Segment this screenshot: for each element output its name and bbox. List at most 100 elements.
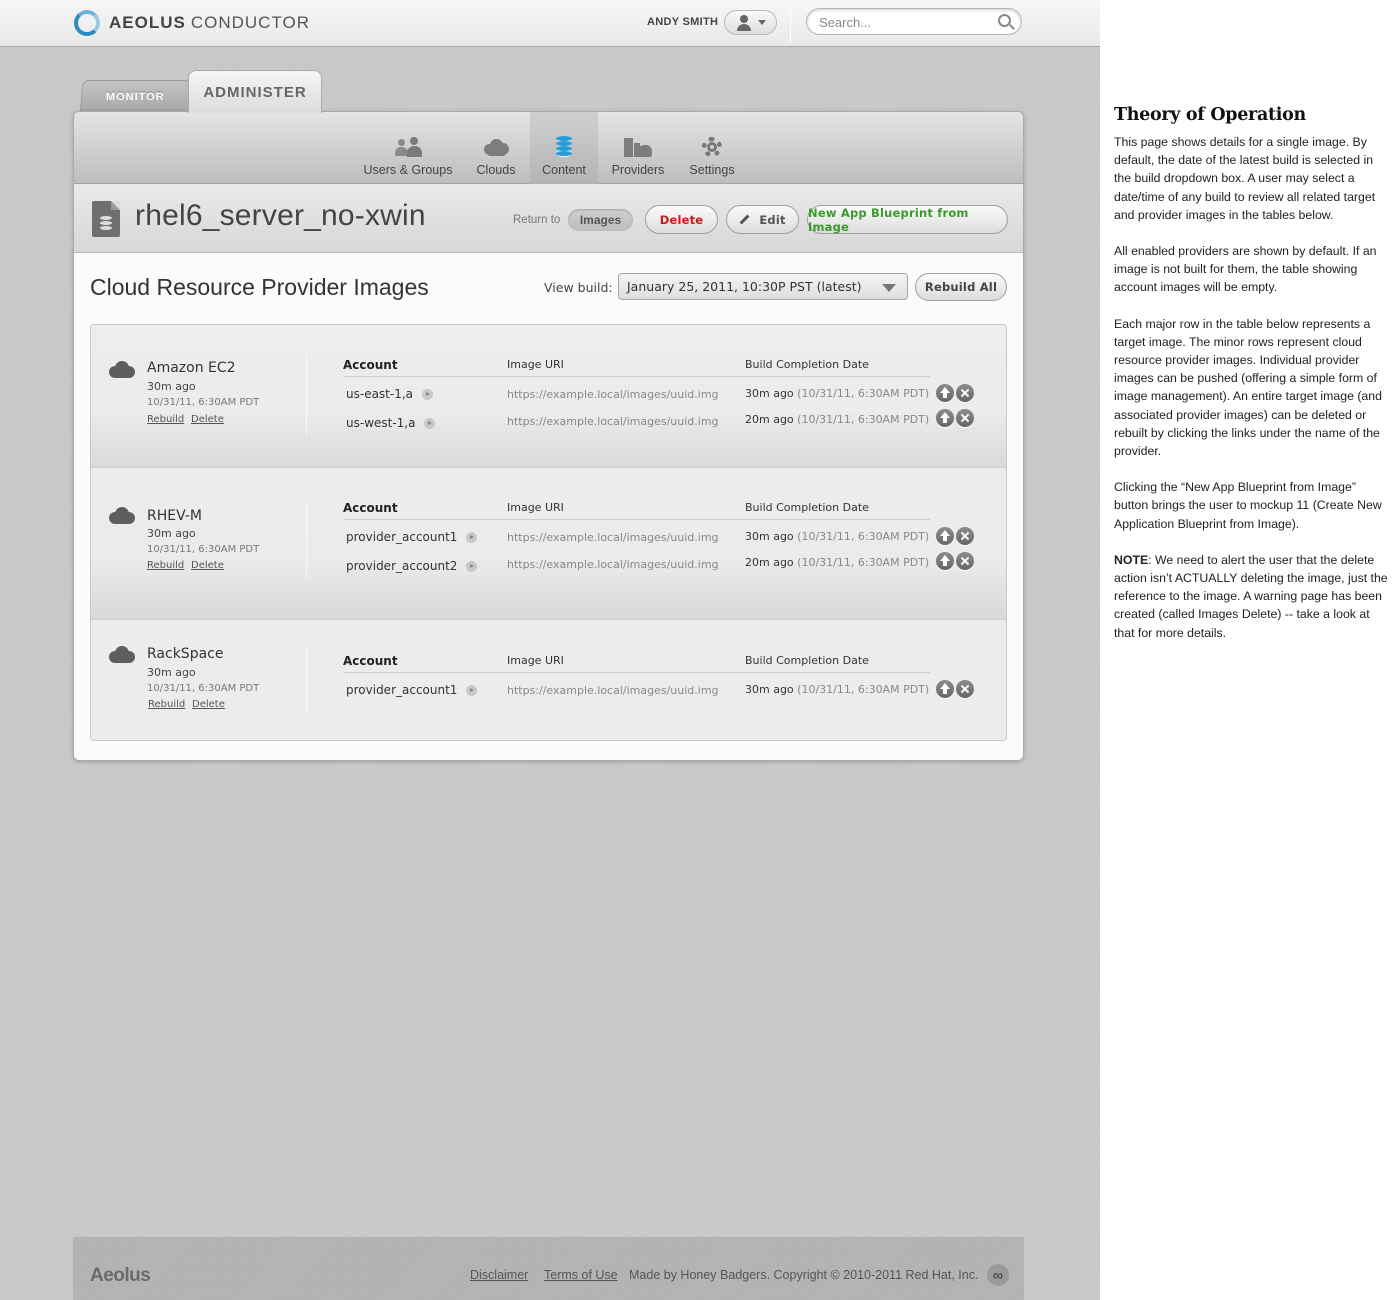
subnav-label: Settings (689, 163, 735, 177)
providers-icon (623, 137, 653, 157)
edit-button-label: Edit (759, 212, 786, 227)
col-head-build-date: Build Completion Date (745, 501, 869, 514)
provider-row-rackspace: RackSpace 30m ago 10/31/11, 6:30AM PDT R… (91, 620, 1006, 740)
chevron-down-icon (757, 20, 766, 25)
image-title-bar: rhel6_server_no-xwin Return to Images De… (74, 184, 1023, 253)
image-uri: https://example.local/images/uuid.img (507, 684, 719, 697)
notes-paragraph: NOTE: We need to alert the user that the… (1114, 551, 1390, 642)
rebuild-link[interactable]: Rebuild (148, 699, 185, 710)
cloud-icon (482, 138, 510, 156)
account-link[interactable]: provider_account1 (346, 683, 478, 697)
subnav-users-groups[interactable]: Users & Groups (358, 112, 458, 184)
tab-monitor[interactable]: MONITOR (79, 80, 192, 112)
user-menu-button[interactable] (724, 10, 777, 35)
remove-icon[interactable] (956, 680, 974, 698)
col-head-image-uri: Image URI (507, 358, 564, 371)
subnav-settings[interactable]: Settings (680, 112, 744, 184)
build-date: (10/31/11, 6:30AM PDT) (797, 683, 930, 696)
search-box[interactable] (806, 8, 1022, 35)
image-uri: https://example.local/images/uuid.img (507, 531, 719, 544)
terms-of-use-link[interactable]: Terms of Use (544, 1268, 618, 1282)
build-completion: 20m ago (10/31/11, 6:30AM PDT) (745, 413, 929, 426)
provider-build-date: 10/31/11, 6:30AM PDT (147, 544, 260, 555)
aeolus-logo[interactable]: AEOLUS CONDUCTOR (74, 9, 310, 37)
gear-icon (702, 137, 722, 157)
build-ago: 30m ago (745, 387, 794, 400)
provider-name: RHEV-M (147, 508, 202, 524)
search-input[interactable] (819, 13, 989, 31)
account-link[interactable]: provider_account2 (346, 559, 478, 573)
header-rule (343, 672, 930, 673)
image-uri: https://example.local/images/uuid.img (507, 388, 719, 401)
push-icon[interactable] (936, 384, 954, 402)
rebuild-all-button[interactable]: Rebuild All (915, 273, 1007, 301)
account-link[interactable]: provider_account1 (346, 530, 478, 544)
image-uri: https://example.local/images/uuid.img (507, 558, 719, 571)
users-icon (394, 137, 422, 157)
delete-link[interactable]: Delete (191, 414, 224, 425)
remove-icon[interactable] (956, 409, 974, 427)
search-icon[interactable] (998, 14, 1011, 27)
section-title: Cloud Resource Provider Images (90, 274, 429, 300)
push-icon[interactable] (936, 527, 954, 545)
arrow-right-icon[interactable] (422, 388, 434, 400)
build-ago: 30m ago (745, 530, 794, 543)
tab-administer-label: ADMINISTER (203, 83, 307, 101)
main-panel: Users & Groups Clouds Content Providers … (73, 111, 1024, 761)
build-completion: 20m ago (10/31/11, 6:30AM PDT) (745, 556, 929, 569)
delete-link[interactable]: Delete (192, 699, 225, 710)
build-completion: 30m ago (10/31/11, 6:30AM PDT) (745, 387, 929, 400)
tab-administer[interactable]: ADMINISTER (188, 70, 322, 113)
subnav-label: Content (542, 163, 586, 177)
provider-build-date: 10/31/11, 6:30AM PDT (147, 683, 260, 694)
arrow-right-icon[interactable] (466, 684, 478, 696)
account-link[interactable]: us-west-1,a (346, 416, 436, 430)
build-completion: 30m ago (10/31/11, 6:30AM PDT) (745, 530, 929, 543)
build-ago: 30m ago (745, 683, 794, 696)
subnav-label: Users & Groups (363, 163, 453, 177)
footer: Aeolus Disclaimer Terms of Use Made by H… (73, 1237, 1024, 1300)
arrow-right-icon[interactable] (424, 417, 436, 429)
arrow-right-icon[interactable] (466, 531, 478, 543)
page-title: rhel6_server_no-xwin (135, 199, 426, 232)
col-head-build-date: Build Completion Date (745, 654, 869, 667)
push-icon[interactable] (936, 680, 954, 698)
rebuild-link[interactable]: Rebuild (147, 560, 184, 571)
image-document-icon (92, 201, 120, 237)
push-icon[interactable] (936, 552, 954, 570)
edit-button[interactable]: Edit (726, 205, 799, 234)
pencil-icon (739, 214, 750, 225)
remove-icon[interactable] (956, 552, 974, 570)
disclaimer-link[interactable]: Disclaimer (470, 1268, 528, 1282)
view-build-value: January 25, 2011, 10:30P PST (latest) (627, 279, 862, 294)
col-head-image-uri: Image URI (507, 501, 564, 514)
arrow-right-icon[interactable] (466, 560, 478, 572)
rebuild-link[interactable]: Rebuild (147, 414, 184, 425)
notes-paragraph: This page shows details for a single ima… (1114, 135, 1376, 222)
return-images-link[interactable]: Images (568, 209, 633, 231)
account-link[interactable]: us-east-1,a (346, 387, 434, 401)
new-app-blueprint-button[interactable]: New App Blueprint from Image (807, 205, 1008, 234)
subnav-label: Providers (611, 163, 665, 177)
subnav-clouds[interactable]: Clouds (466, 112, 526, 184)
build-ago: 20m ago (745, 556, 794, 569)
remove-icon[interactable] (956, 527, 974, 545)
subnav-label: Clouds (476, 163, 516, 177)
provider-name: Amazon EC2 (147, 360, 236, 376)
infinity-icon[interactable]: ∞ (987, 1264, 1009, 1286)
delete-button[interactable]: Delete (645, 205, 718, 234)
database-icon (556, 136, 572, 158)
push-icon[interactable] (936, 409, 954, 427)
provider-row-amazon-ec2: Amazon EC2 30m ago 10/31/11, 6:30AM PDT … (91, 325, 1006, 468)
header-rule (343, 519, 930, 520)
remove-icon[interactable] (956, 384, 974, 402)
subnav-providers[interactable]: Providers (606, 112, 670, 184)
view-build-select[interactable]: January 25, 2011, 10:30P PST (latest) (618, 273, 908, 300)
row-divider (306, 355, 307, 435)
delete-link[interactable]: Delete (191, 560, 224, 571)
subnav-content[interactable]: Content (530, 112, 598, 191)
tab-monitor-label: MONITOR (106, 90, 165, 103)
build-date: (10/31/11, 6:30AM PDT) (797, 387, 930, 400)
footer-logo: Aeolus (90, 1265, 151, 1286)
notes-note-text: : We need to alert the user that the del… (1114, 552, 1388, 640)
